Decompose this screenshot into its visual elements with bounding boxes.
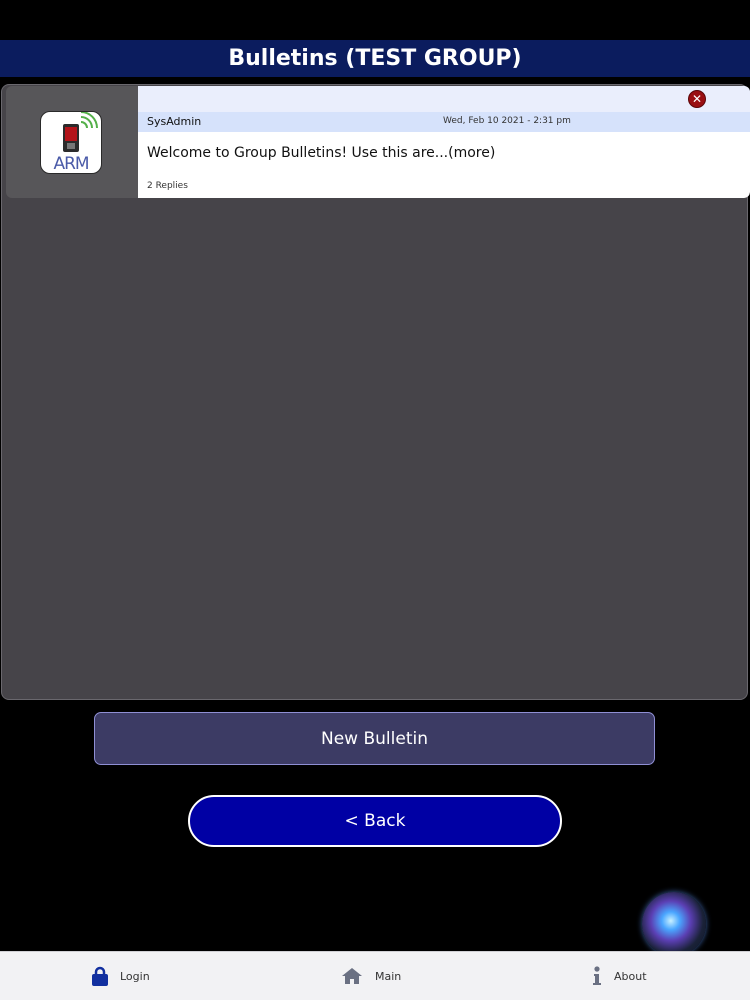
delete-bulletin-button[interactable]: ✕	[688, 90, 706, 108]
bulletin-header-strip	[138, 86, 750, 112]
bulletin-author: SysAdmin	[147, 115, 202, 128]
new-bulletin-button[interactable]: New Bulletin	[94, 712, 655, 765]
nav-login-label: Login	[120, 969, 150, 983]
phone-signal-icon	[63, 112, 98, 152]
bulletin-meta-bar: SysAdmin Wed, Feb 10 2021 - 2:31 pm	[138, 112, 750, 132]
nav-login[interactable]: Login	[92, 952, 150, 1000]
bulletin-item[interactable]: ARM ✕ SysAdmin Wed, Feb 10 2021 - 2:31 p…	[6, 86, 750, 198]
bottom-navigation: Login Main About	[0, 951, 750, 1000]
logo-text: ARM	[53, 154, 89, 174]
bulletin-message[interactable]: Welcome to Group Bulletins! Use this are…	[147, 145, 495, 161]
bulletin-content[interactable]: ✕ SysAdmin Wed, Feb 10 2021 - 2:31 pm We…	[138, 86, 750, 198]
page-title: Bulletins (TEST GROUP)	[0, 40, 750, 77]
lock-icon	[92, 966, 108, 986]
nav-about[interactable]: About	[592, 952, 647, 1000]
siri-icon[interactable]	[642, 892, 706, 956]
bulletin-list: ARM ✕ SysAdmin Wed, Feb 10 2021 - 2:31 p…	[1, 84, 750, 700]
arm-logo: ARM	[40, 111, 102, 174]
home-icon	[341, 967, 363, 985]
nav-main-label: Main	[375, 969, 402, 983]
nav-main[interactable]: Main	[341, 952, 401, 1000]
bulletin-datetime: Wed, Feb 10 2021 - 2:31 pm	[443, 116, 571, 126]
close-icon: ✕	[691, 92, 703, 106]
nav-about-label: About	[614, 969, 647, 983]
info-icon	[592, 966, 602, 986]
bulletin-replies[interactable]: 2 Replies	[147, 181, 188, 191]
back-button[interactable]: < Back	[188, 795, 562, 847]
bulletin-avatar-cell: ARM	[6, 86, 138, 198]
